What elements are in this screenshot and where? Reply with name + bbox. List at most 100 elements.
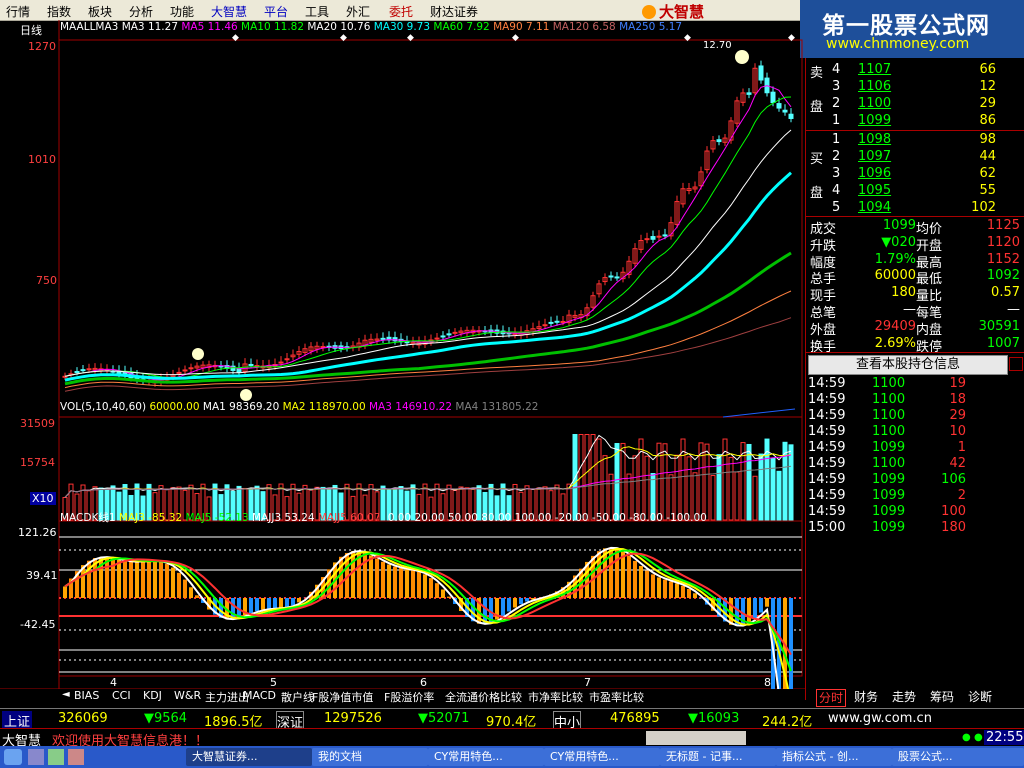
macd-bar [639, 565, 643, 598]
stat-value: 2.69% [874, 335, 916, 351]
menu-item-analysis[interactable]: 分析 [129, 3, 153, 20]
macd-bar [405, 569, 409, 598]
quicklaunch-icon-3[interactable] [68, 749, 84, 765]
stat-value: 180 [891, 285, 916, 301]
panel-tab[interactable]: 诊断 [968, 689, 992, 705]
tick-price: 1100 [872, 424, 906, 439]
panel-tab[interactable]: 走势 [892, 689, 916, 705]
candle-body [662, 234, 668, 237]
bid-price[interactable]: 1097 [858, 149, 891, 164]
menu-item-platform[interactable]: 平台 [264, 3, 288, 20]
ask-price[interactable]: 1106 [858, 79, 891, 94]
task-stock-formula[interactable]: 股票公式... [892, 748, 1024, 766]
start-icon[interactable] [4, 749, 22, 765]
stat-value: 1125 [986, 218, 1020, 233]
menu-item-broker[interactable]: 财达证券 [430, 3, 478, 20]
menu-item-index[interactable]: 指数 [47, 3, 71, 20]
holding-info-button[interactable]: 查看本股持仓信息 [808, 355, 1008, 375]
macd-majj3: MAJJ3 53.24 [252, 512, 315, 524]
candle-body [554, 320, 560, 323]
volume-bar [776, 470, 782, 521]
bid-price[interactable]: 1096 [858, 166, 891, 181]
bid-price[interactable]: 1095 [858, 183, 891, 198]
candle-body [446, 333, 452, 336]
menu-item-dzh[interactable]: 大智慧 [211, 3, 247, 20]
indicator-tab[interactable]: CCI [112, 689, 131, 702]
speaker-icon[interactable]: ● [962, 732, 971, 743]
indicator-tab[interactable]: 散户线 [281, 689, 314, 705]
macd-bar [393, 566, 397, 598]
menu-item-sector[interactable]: 板块 [88, 3, 112, 20]
bid-price[interactable]: 1094 [858, 200, 891, 215]
tick-price: 1100 [872, 408, 906, 423]
indicator-tab[interactable]: KDJ [143, 689, 162, 702]
site-title: 第一股票公式网 [822, 13, 990, 39]
menu-item-function[interactable]: 功能 [170, 3, 194, 20]
ma-legend-title: MAALLMA3 [60, 21, 119, 33]
macd-bar [171, 567, 175, 598]
tick-price: 1100 [872, 376, 906, 391]
tick-volume: 1 [957, 440, 966, 455]
panel-tab[interactable]: 筹码 [930, 689, 954, 705]
peak-price-label: 12.70 [703, 40, 732, 51]
macd-maj5: MAJ5 -52.13 [185, 512, 249, 524]
volume-bar [788, 444, 794, 521]
macd-bar [681, 585, 685, 598]
task-notepad[interactable]: 无标题 - 记事... [660, 748, 776, 766]
bid-level: 3 [832, 166, 841, 181]
candle-body [542, 324, 548, 327]
bid-level: 4 [832, 183, 841, 198]
panel-tab[interactable]: 分时 [816, 689, 847, 707]
bid-volume: 55 [979, 183, 996, 198]
tabs-scroll-left-icon[interactable]: ◄ [62, 689, 70, 700]
menu-item-entrust[interactable]: 委托 [389, 3, 413, 20]
message-bar: 大智慧 欢迎使用大智慧信息港！！ ● ● 22:55 [0, 728, 1024, 749]
indicator-tab[interactable]: BIAS [74, 689, 99, 702]
x-axis-label-6: 6 [420, 676, 427, 689]
indicator-tab[interactable]: F股净值市值 [312, 689, 373, 705]
price-ma-lines [64, 85, 796, 418]
macd-bar [177, 572, 181, 598]
ma-line-90 [64, 290, 792, 389]
task-cy2[interactable]: CY常用特色... [544, 748, 660, 766]
site-link[interactable]: www.gw.com.cn [828, 711, 932, 726]
bid-price[interactable]: 1098 [858, 132, 891, 147]
task-formula[interactable]: 指标公式 - 创... [776, 748, 892, 766]
menu-item-tools[interactable]: 工具 [305, 3, 329, 20]
indicator-tab[interactable]: MACD [243, 689, 276, 702]
holding-toggle[interactable] [1009, 357, 1023, 371]
indicator-tab[interactable]: F股溢价率 [384, 689, 434, 705]
bid-level: 2 [832, 149, 841, 164]
quicklaunch-icon-1[interactable] [28, 749, 44, 765]
indicator-tab[interactable]: 市净率比较 [528, 689, 583, 705]
tick-time: 14:59 [808, 424, 846, 439]
ask-price[interactable]: 1099 [858, 113, 891, 128]
stat-value: 60000 [874, 268, 916, 284]
indicator-tab[interactable]: 市盈率比较 [589, 689, 644, 705]
volume-ma-line-5 [64, 434, 792, 498]
ma-legend: MAALLMA3 MA3 11.27 MA5 11.46 MA10 11.82 … [60, 21, 682, 33]
menu-item-forex[interactable]: 外汇 [346, 3, 370, 20]
quicklaunch-icon-2[interactable] [48, 749, 64, 765]
ma20-value: MA20 10.76 [307, 21, 371, 33]
task-mydocs[interactable]: 我的文档 [312, 748, 428, 766]
ask-volume: 12 [979, 79, 996, 94]
macd-bar [423, 574, 427, 598]
candle-body [380, 337, 386, 340]
bid-volume: 102 [971, 200, 996, 215]
vol-current: 60000.00 [149, 401, 200, 413]
volume-bar [716, 454, 722, 521]
task-cy1[interactable]: CY常用特色... [428, 748, 544, 766]
indicator-tab[interactable]: W&R [174, 689, 201, 702]
menu-item-quotes[interactable]: 行情 [6, 3, 30, 20]
period-label[interactable]: 日线 [20, 22, 42, 38]
panel-tab[interactable]: 财务 [854, 689, 878, 705]
indicator-tab[interactable]: 全流通价格比较 [445, 689, 522, 705]
task-dzh[interactable]: 大智慧证券... [186, 748, 312, 766]
chart-area[interactable]: ◆ ◆ ◆ ◆ ◆ ◆ 日线 MAALLMA3 MA3 11.27 MA5 11… [0, 20, 805, 700]
ask-price[interactable]: 1107 [858, 62, 891, 77]
network-icon[interactable]: ● [974, 732, 983, 743]
stat-key: 换手 [810, 339, 837, 355]
macd-bar [693, 593, 697, 598]
ask-price[interactable]: 1100 [858, 96, 891, 111]
